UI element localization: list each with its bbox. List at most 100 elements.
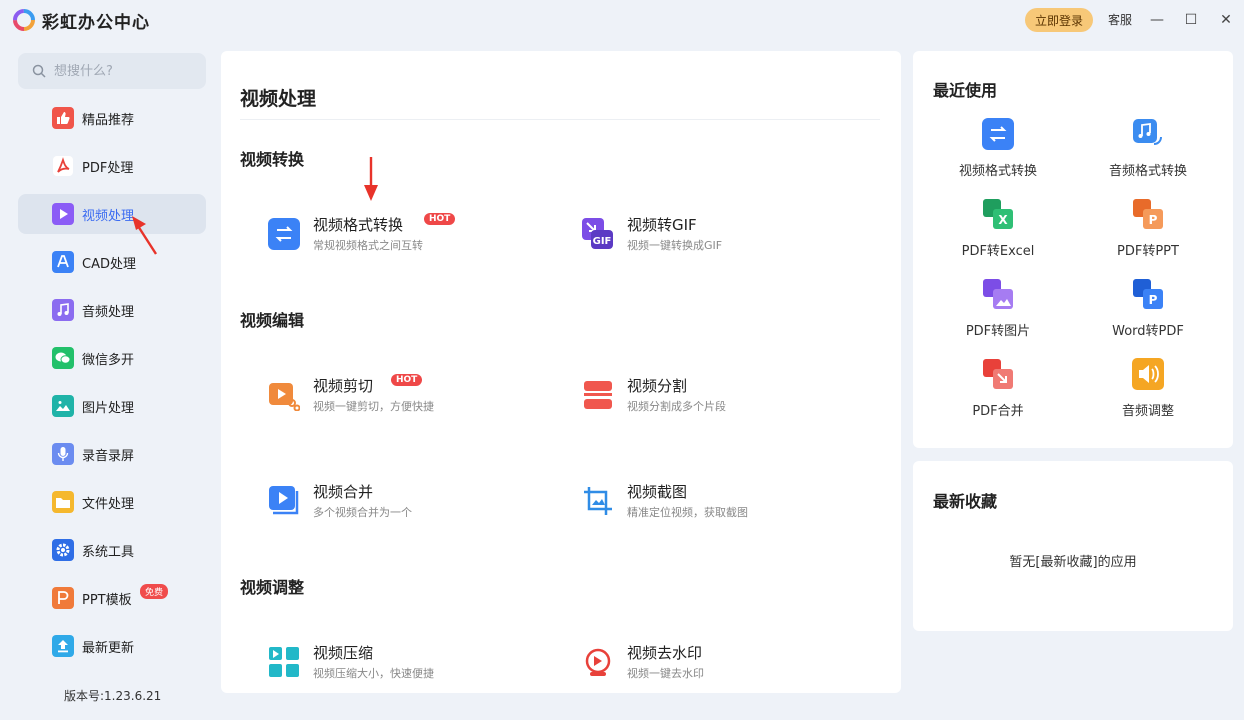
video-play-icon: [52, 203, 74, 225]
tool-video-watermark-remove[interactable]: 视频去水印 视频一键去水印: [581, 643, 704, 681]
sidebar-item-video[interactable]: 视频处理: [18, 194, 206, 234]
recent-item-label: PDF转PPT: [1117, 244, 1179, 259]
section-title: 视频调整: [240, 578, 305, 597]
video-merge-icon: [267, 484, 301, 518]
ppt-icon: [52, 587, 74, 609]
sidebar-item-pdf[interactable]: PDF处理: [18, 146, 206, 186]
recent-item[interactable]: 音频格式转换: [1073, 118, 1223, 179]
tool-name: 视频转GIF: [627, 216, 697, 234]
hot-badge: HOT: [424, 213, 456, 225]
recent-item[interactable]: P Word转PDF: [1073, 278, 1223, 339]
svg-text:P: P: [1149, 213, 1158, 227]
word-pdf-icon: P: [1132, 278, 1164, 310]
recent-item-label: Word转PDF: [1112, 324, 1184, 339]
recent-item-label: PDF转Excel: [961, 244, 1035, 259]
tool-name: 视频合并: [313, 483, 374, 501]
tool-video-to-gif[interactable]: GIF 视频转GIF 视频一键转换成GIF: [581, 215, 722, 253]
recent-item-label: PDF转图片: [965, 324, 1031, 339]
tool-name: 视频格式转换: [313, 216, 404, 234]
red-arrow-icon: [132, 216, 158, 255]
recent-item[interactable]: X PDF转Excel: [923, 198, 1073, 259]
music-convert-icon: [1132, 118, 1164, 150]
tool-name: 视频压缩: [313, 644, 374, 662]
sidebar-item-recommended[interactable]: 精品推荐: [18, 98, 206, 138]
video-split-icon: [581, 378, 615, 412]
tool-video-split[interactable]: 视频分割 视频分割成多个片段: [581, 376, 726, 414]
thumb-up-icon: [52, 107, 74, 129]
close-button[interactable]: ✕: [1216, 10, 1236, 30]
swap-arrows-icon: [267, 217, 301, 251]
gear-icon: [52, 539, 74, 561]
wechat-icon: [52, 347, 74, 369]
pdf-image-icon: [982, 278, 1014, 310]
sidebar-item-label: 录音录屏: [82, 448, 135, 464]
search-icon: [32, 64, 46, 78]
recent-item-label: 音频调整: [1121, 404, 1174, 419]
title-bar: 彩虹办公中心 立即登录 客服 — ☐ ✕: [0, 0, 1244, 40]
hot-badge: HOT: [391, 374, 423, 386]
recent-item[interactable]: PDF合并: [923, 358, 1073, 419]
sidebar-item-image[interactable]: 图片处理: [18, 386, 206, 426]
recent-item[interactable]: PDF转图片: [923, 278, 1073, 339]
rainbow-logo-icon: [13, 9, 35, 31]
svg-text:P: P: [1149, 293, 1158, 307]
tool-video-format-convert[interactable]: 视频格式转换 常规视频格式之间互转: [267, 215, 423, 253]
tool-description: 视频压缩大小，快速便捷: [313, 667, 434, 680]
sidebar-item-label: 图片处理: [82, 400, 135, 416]
svg-text:X: X: [998, 213, 1008, 227]
sidebar-item-files[interactable]: 文件处理: [18, 482, 206, 522]
tool-video-compress[interactable]: 视频压缩 视频压缩大小，快速便捷: [267, 643, 434, 681]
sidebar-item-audio[interactable]: 音频处理: [18, 290, 206, 330]
tool-description: 精准定位视频，获取截图: [627, 506, 748, 519]
customer-service-button[interactable]: 客服: [1108, 11, 1132, 28]
red-arrow-icon: [364, 157, 378, 201]
tool-video-screenshot[interactable]: 视频截图 精准定位视频，获取截图: [581, 482, 748, 520]
divider: [240, 119, 880, 120]
recent-item[interactable]: 音频调整: [1073, 358, 1223, 419]
favorites-panel: 最新收藏 暂无[最新收藏]的应用: [913, 461, 1233, 631]
sidebar-item-label: 最新更新: [82, 640, 135, 656]
sidebar-item-system-tools[interactable]: 系统工具: [18, 530, 206, 570]
gif-icon: GIF: [581, 217, 615, 251]
speaker-icon: [1132, 358, 1164, 390]
sidebar-item-label: 音频处理: [82, 304, 135, 320]
sidebar-nav: 精品推荐 PDF处理 视频处理 CAD处理 音频处理 微信多开 图片处理 录音录…: [18, 98, 206, 674]
tool-name: 视频去水印: [627, 644, 703, 662]
favorites-empty-text: 暂无[最新收藏]的应用: [1009, 555, 1137, 570]
tool-description: 常规视频格式之间互转: [313, 239, 423, 252]
maximize-button[interactable]: ☐: [1181, 10, 1201, 30]
recent-item[interactable]: 视频格式转换: [923, 118, 1073, 179]
crop-image-icon: [581, 484, 615, 518]
pdf-ppt-icon: P: [1132, 198, 1164, 230]
sidebar-item-updates[interactable]: 最新更新: [18, 626, 206, 666]
recent-item[interactable]: P PDF转PPT: [1073, 198, 1223, 259]
sidebar-item-label: 文件处理: [82, 496, 135, 512]
sidebar-item-cad[interactable]: CAD处理: [18, 242, 206, 282]
tool-description: 视频一键剪切，方便快捷: [313, 400, 434, 413]
sidebar-item-recording[interactable]: 录音录屏: [18, 434, 206, 474]
music-icon: [52, 299, 74, 321]
sidebar-item-label: 精品推荐: [82, 112, 135, 128]
microphone-icon: [52, 443, 74, 465]
video-cut-icon: [267, 378, 301, 412]
main-panel: 视频处理 视频转换 视频编辑 视频调整 视频格式转换 常规视频格式之间互转 HO…: [221, 51, 901, 693]
sidebar-item-ppt-templates[interactable]: PPT模板 免费: [18, 578, 206, 618]
search-input[interactable]: [54, 63, 194, 79]
svg-text:GIF: GIF: [593, 236, 612, 247]
version-label: 版本号:1.23.6.21: [64, 689, 162, 703]
recent-item-label: 视频格式转换: [958, 164, 1037, 179]
sidebar-item-label: PPT模板: [82, 592, 132, 608]
tool-video-merge[interactable]: 视频合并 多个视频合并为一个: [267, 482, 412, 520]
search-box[interactable]: [18, 53, 206, 89]
pdf-excel-icon: X: [982, 198, 1014, 230]
recent-panel: 最近使用 视频格式转换 音频格式转换 X PDF转Excel P PDF转PPT…: [913, 51, 1233, 448]
pdf-merge-icon: [982, 358, 1014, 390]
tool-description: 视频一键去水印: [627, 667, 704, 680]
upload-icon: [52, 635, 74, 657]
minimize-button[interactable]: —: [1147, 10, 1167, 30]
sidebar-item-wechat[interactable]: 微信多开: [18, 338, 206, 378]
pdf-icon: [52, 155, 74, 177]
sidebar-item-label: PDF处理: [82, 160, 134, 176]
login-button[interactable]: 立即登录: [1025, 8, 1093, 32]
favorites-title: 最新收藏: [933, 492, 998, 511]
